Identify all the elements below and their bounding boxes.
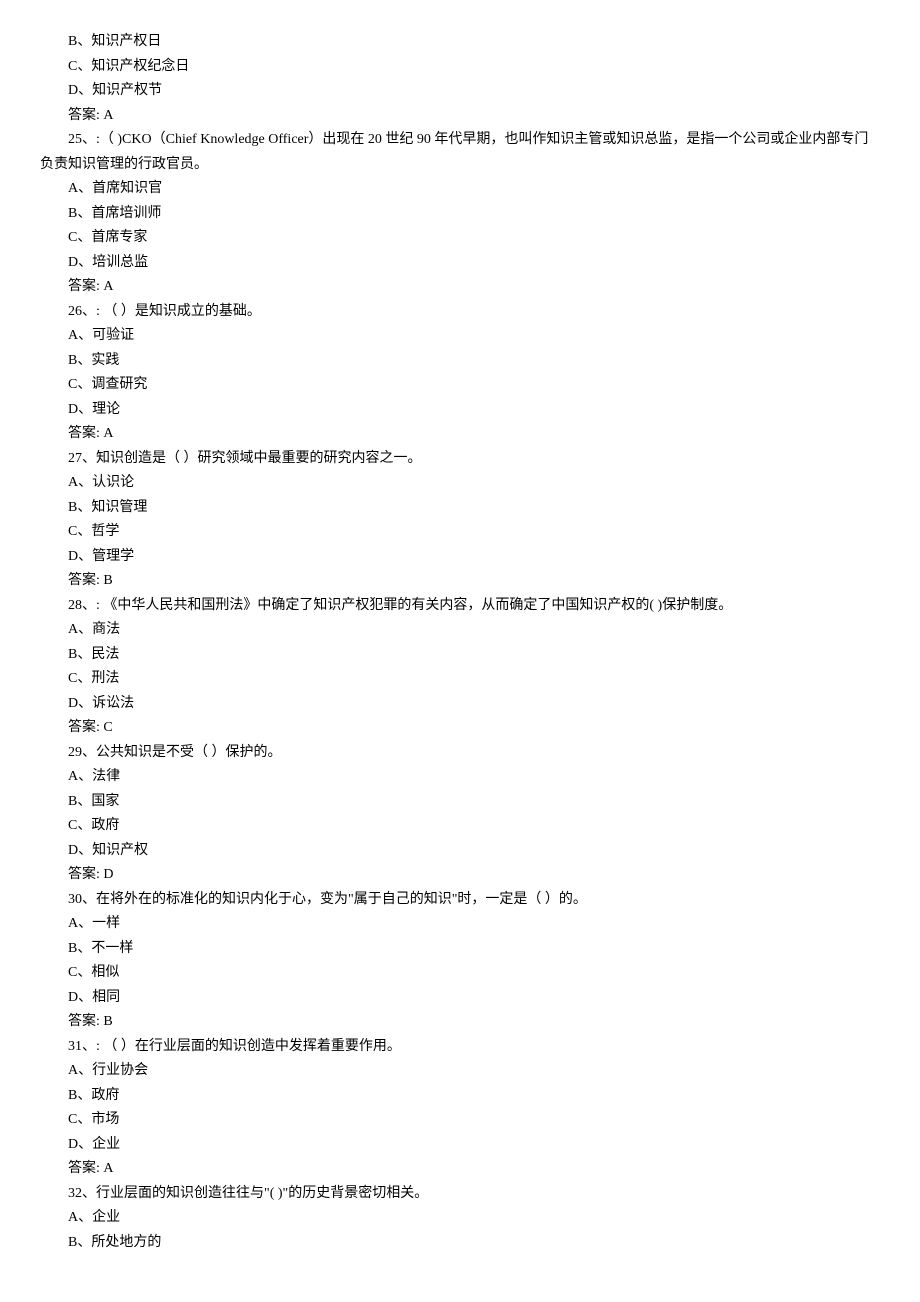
text-line: 28、: 《中华人民共和国刑法》中确定了知识产权犯罪的有关内容，从而确定了中国知… [40,594,880,619]
text-line: 答案: A [40,1157,880,1182]
text-line: B、国家 [40,790,880,815]
text-line: A、法律 [40,765,880,790]
text-line: C、首席专家 [40,226,880,251]
text-line: D、管理学 [40,545,880,570]
text-line: B、知识管理 [40,496,880,521]
text-line: 答案: B [40,569,880,594]
text-line: 答案: B [40,1010,880,1035]
text-line: C、政府 [40,814,880,839]
text-line: 29、公共知识是不受（ ）保护的。 [40,741,880,766]
text-line: 答案: A [40,104,880,129]
text-line: 26、: （ ）是知识成立的基础。 [40,300,880,325]
text-line: C、哲学 [40,520,880,545]
text-line: D、相同 [40,986,880,1011]
text-line: C、知识产权纪念日 [40,55,880,80]
text-line: C、调查研究 [40,373,880,398]
text-line: D、诉讼法 [40,692,880,717]
text-line: C、刑法 [40,667,880,692]
text-line: D、培训总监 [40,251,880,276]
text-line: C、市场 [40,1108,880,1133]
text-line: C、相似 [40,961,880,986]
text-line: B、所处地方的 [40,1231,880,1256]
text-line: 答案: A [40,275,880,300]
text-line: 答案: A [40,422,880,447]
text-line: B、民法 [40,643,880,668]
text-line: B、政府 [40,1084,880,1109]
text-line: 32、行业层面的知识创造往往与"( )"的历史背景密切相关。 [40,1182,880,1207]
text-line: B、不一样 [40,937,880,962]
text-line: A、首席知识官 [40,177,880,202]
text-line: D、企业 [40,1133,880,1158]
text-line: D、知识产权节 [40,79,880,104]
text-line: 25、:（ )CKO（Chief Knowledge Officer）出现在 2… [40,128,880,153]
text-line: 30、在将外在的标准化的知识内化于心，变为"属于自己的知识"时，一定是（ ）的。 [40,888,880,913]
text-line: 答案: D [40,863,880,888]
text-line: B、知识产权日 [40,30,880,55]
text-line: A、商法 [40,618,880,643]
text-line: A、认识论 [40,471,880,496]
text-line: A、一样 [40,912,880,937]
text-line: B、首席培训师 [40,202,880,227]
text-line: D、理论 [40,398,880,423]
text-line: 27、知识创造是（ ）研究领域中最重要的研究内容之一。 [40,447,880,472]
text-line: 负责知识管理的行政官员。 [40,153,880,178]
text-line: 答案: C [40,716,880,741]
text-line: A、行业协会 [40,1059,880,1084]
text-line: B、实践 [40,349,880,374]
text-line: D、知识产权 [40,839,880,864]
text-line: 31、: （ ）在行业层面的知识创造中发挥着重要作用。 [40,1035,880,1060]
text-line: A、企业 [40,1206,880,1231]
document-content: B、知识产权日C、知识产权纪念日D、知识产权节答案: A 25、:（ )CKO（… [40,30,880,1255]
text-line: A、可验证 [40,324,880,349]
